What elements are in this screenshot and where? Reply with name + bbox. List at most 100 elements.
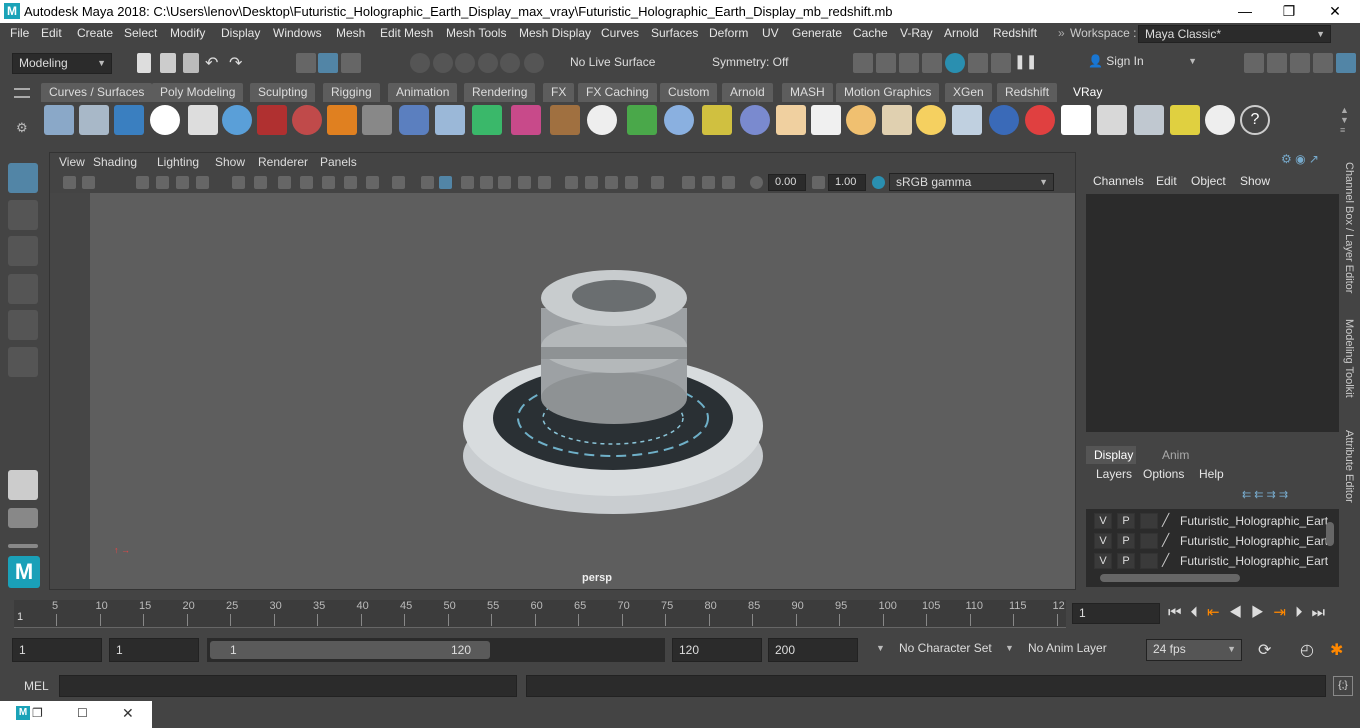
viewport-menu-shading[interactable]: Shading [93, 155, 137, 169]
layer-horizontal-scrollbar[interactable] [1100, 574, 1240, 582]
tab-vray[interactable]: VRay [1065, 83, 1111, 102]
layer-name[interactable]: Futuristic_Holographic_Eart [1180, 554, 1328, 568]
step-forward-key-icon[interactable]: ⇥ [1273, 604, 1295, 621]
auto-key-icon[interactable]: ◴ [1300, 640, 1314, 660]
vray-scatter-icon[interactable] [664, 105, 694, 135]
go-to-start-icon[interactable]: ⏮ [1168, 604, 1191, 621]
undo-icon[interactable]: ↶ [205, 53, 225, 73]
vray-frame-buffer-icon[interactable] [991, 53, 1011, 73]
layer-playback-toggle[interactable]: P [1117, 533, 1135, 549]
menu-arnold[interactable]: Arnold [944, 26, 979, 40]
camera-select-icon[interactable] [63, 176, 76, 189]
layer-name[interactable]: Futuristic_Holographic_Eart [1180, 514, 1328, 528]
tab-motion-graphics[interactable]: Motion Graphics [836, 83, 940, 102]
layer-row[interactable]: V P ╱ Futuristic_Holographic_Eart [1090, 533, 1330, 551]
close-button[interactable]: ✕ [1312, 0, 1358, 23]
shelf-scroll-arrows-icon[interactable]: ▲ ▼ ≡ [1340, 105, 1349, 135]
layer-menu-help[interactable]: Help [1199, 467, 1224, 481]
range-slider-handle[interactable] [210, 641, 490, 659]
gamma-field[interactable]: 1.00 [828, 174, 866, 191]
menu-surfaces[interactable]: Surfaces [651, 26, 698, 40]
vray-fire-icon[interactable] [327, 105, 357, 135]
channel-box-toggle-icons[interactable]: ⚙ ◉ ↗ [1281, 152, 1319, 166]
vray-light-lister-icon[interactable] [1170, 105, 1200, 135]
grid-toggle-icon[interactable] [232, 176, 245, 189]
menu-overflow-icon[interactable]: » [1058, 26, 1065, 40]
layer-playback-toggle[interactable]: P [1117, 513, 1135, 529]
vray-cloud-icon[interactable] [1205, 105, 1235, 135]
redo-icon[interactable]: ↷ [229, 53, 249, 73]
vray-settings-icon[interactable] [44, 105, 74, 135]
select-object-icon[interactable] [318, 53, 338, 73]
anti-aliasing-icon[interactable] [585, 176, 598, 189]
minimized-window[interactable]: M ❐ ☐ ✕ [0, 701, 152, 728]
vray-dome-light-icon[interactable] [472, 105, 502, 135]
menu-file[interactable]: File [10, 26, 29, 40]
wireframe-on-shaded-icon[interactable] [461, 176, 474, 189]
vray-omni-light-icon[interactable] [846, 105, 876, 135]
use-all-lights-icon[interactable] [498, 176, 511, 189]
save-scene-icon[interactable] [183, 53, 199, 73]
layer-order-icons[interactable]: ⇇ ⇇ ⇉ ⇉ [1242, 488, 1288, 501]
tab-mash[interactable]: MASH [782, 83, 833, 102]
layer-display-type-toggle[interactable] [1140, 533, 1158, 549]
exposure-icon[interactable] [750, 176, 763, 189]
live-surface-field[interactable]: No Live Surface [564, 53, 682, 74]
menu-uv[interactable]: UV [762, 26, 779, 40]
symmetry-dropdown[interactable]: Symmetry: Off [706, 53, 806, 74]
safe-action-icon[interactable] [344, 176, 357, 189]
side-tab-attribute-editor[interactable]: Attribute Editor [1343, 430, 1355, 503]
anim-layer-dropdown[interactable]: ▼ No Anim Layer [1002, 639, 1128, 661]
minimize-button[interactable]: — [1222, 0, 1268, 23]
vray-plane-light-icon[interactable] [362, 105, 392, 135]
vray-vfb-icon[interactable] [1097, 105, 1127, 135]
tab-rendering[interactable]: Rendering [464, 83, 536, 102]
channel-box-menu-edit[interactable]: Edit [1156, 174, 1177, 188]
sign-in-button[interactable]: 👤 Sign In ▼ [1082, 52, 1202, 74]
tab-redshift[interactable]: Redshift [997, 83, 1058, 102]
layer-name[interactable]: Futuristic_Holographic_Eart [1180, 534, 1328, 548]
hypershade-icon[interactable] [945, 53, 965, 73]
bookmark-icon[interactable] [136, 176, 149, 189]
scene-end-field[interactable]: 200 [768, 638, 858, 662]
single-perspective-view-icon[interactable] [8, 470, 38, 500]
tool-settings-icon[interactable] [1290, 53, 1310, 73]
render-frame-icon[interactable] [876, 53, 896, 73]
menu-create[interactable]: Create [77, 26, 113, 40]
rotate-tool-icon[interactable] [8, 310, 38, 340]
layer-display-type-toggle[interactable] [1140, 513, 1158, 529]
vray-rect-light-icon[interactable] [952, 105, 982, 135]
view-transform-dropdown[interactable]: sRGB gamma ▼ [889, 173, 1054, 191]
shelf-settings-gear-icon[interactable]: ⚙ [16, 120, 28, 136]
side-tab-channel-box-layer-editor[interactable]: Channel Box / Layer Editor [1343, 162, 1355, 293]
menu-cache[interactable]: Cache [853, 26, 888, 40]
tab-curves-surfaces[interactable]: Curves / Surfaces [41, 83, 153, 102]
layer-row[interactable]: V P ╱ Futuristic_Holographic_Eart [1090, 553, 1330, 571]
script-editor-icon[interactable]: {;} [1333, 676, 1353, 696]
exposure-field[interactable]: 0.00 [768, 174, 806, 191]
vray-sphere-light-icon[interactable] [399, 105, 429, 135]
vray-displacement-icon[interactable] [1025, 105, 1055, 135]
scene-start-field[interactable]: 1 [12, 638, 102, 662]
vray-render-view-icon[interactable] [1134, 105, 1164, 135]
render-view-icon[interactable] [922, 53, 942, 73]
channel-box-menu-show[interactable]: Show [1240, 174, 1270, 188]
vray-fur-icon[interactable] [550, 105, 580, 135]
vray-checker-icon[interactable] [1061, 105, 1091, 135]
menu-vray[interactable]: V-Ray [900, 26, 933, 40]
isolate-select-icon[interactable] [651, 176, 664, 189]
tab-anim[interactable]: Anim [1158, 446, 1198, 464]
current-frame-field[interactable]: 1 [1072, 603, 1160, 624]
vray-curve-icon[interactable] [702, 105, 732, 135]
snap-pivot-icon[interactable] [524, 53, 544, 73]
select-tool-icon[interactable] [8, 163, 38, 193]
select-hierarchy-icon[interactable] [296, 53, 316, 73]
xray-icon[interactable] [625, 176, 638, 189]
motion-blur-icon[interactable] [565, 176, 578, 189]
channel-box-toggle-icon[interactable] [1313, 53, 1333, 73]
image-plane-icon[interactable] [156, 176, 169, 189]
backface-icon[interactable] [722, 176, 735, 189]
viewport-menu-show[interactable]: Show [215, 155, 245, 169]
resolution-gate-icon[interactable] [278, 176, 291, 189]
menu-mesh[interactable]: Mesh [336, 26, 365, 40]
